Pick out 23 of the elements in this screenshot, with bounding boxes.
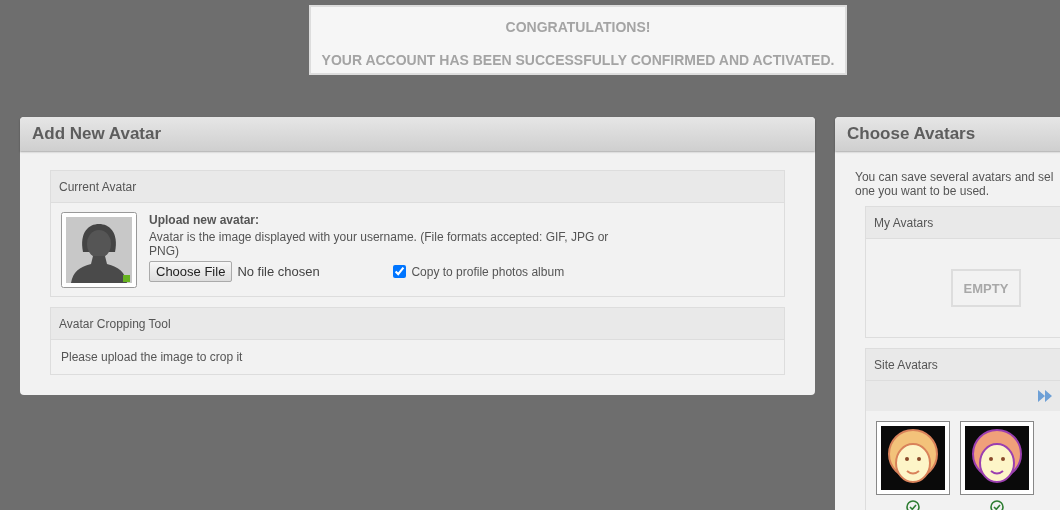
notice-title: CONGRATULATIONS! [505,19,651,35]
file-status: No file chosen [237,264,321,279]
box-heading: Site Avatars [874,357,938,372]
box-heading: My Avatars [874,215,934,230]
cropping-message: Please upload the image to crop it [61,350,243,364]
check-icon [990,500,1004,510]
upload-label: Upload new avatar: [149,213,261,227]
panel-title: Add New Avatar [32,124,162,144]
intro-text: You can save several avatars and sel [855,170,1055,184]
box-heading: Avatar Cropping Tool [59,316,171,331]
empty-avatar-slot: EMPTY [951,269,1021,307]
choose-file-button[interactable]: Choose File [149,261,233,282]
intro-text: one you want to be used. [855,184,991,198]
upload-description: Avatar is the image displayed with your username. (File formats accepted: GIF, JPG or PNG) [149,230,610,258]
copy-checkbox-label: Copy to profile photos album [411,264,565,279]
cartoon-face-avatar[interactable] [960,421,1034,495]
default-avatar-icon [61,212,137,288]
notice-message: YOUR ACCOUNT HAS BEEN SUCCESSFULLY CONFIRMED AND ACTIVATED. [320,52,836,68]
panel-title: Choose Avatars [847,124,976,144]
copy-checkbox[interactable] [393,265,407,278]
check-icon [906,500,920,510]
box-heading: Current Avatar [59,179,137,194]
cartoon-face-avatar[interactable] [876,421,950,495]
